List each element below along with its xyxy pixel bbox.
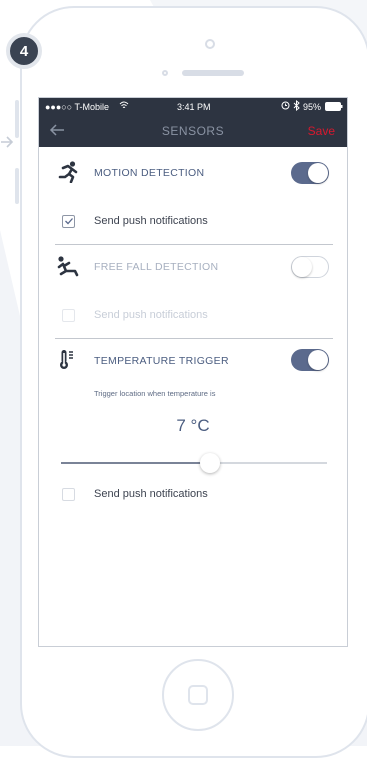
carrier-label: ●●●○○ T-Mobile: [45, 102, 110, 112]
slider-fill: [61, 462, 210, 464]
free-fall-push-checkbox[interactable]: [62, 309, 75, 322]
wifi-icon: [119, 101, 129, 112]
free-fall-toggle[interactable]: [291, 256, 329, 278]
temperature-push-checkbox[interactable]: [62, 488, 75, 501]
bluetooth-icon: [293, 99, 300, 113]
pointer-arrow-icon: [0, 135, 16, 154]
temperature-slider[interactable]: [61, 453, 327, 473]
app-screen: ●●●○○ T-Mobile 3:41 PM 95% SENSORS Save …: [38, 97, 348, 647]
side-button: [15, 100, 19, 138]
temperature-value: 7 °C: [176, 416, 210, 435]
page-title: SENSORS: [161, 124, 225, 138]
free-fall-push-label: Send push notifications: [94, 309, 208, 321]
battery-label: 95%: [303, 102, 322, 112]
save-button[interactable]: Save: [308, 124, 335, 138]
slider-thumb[interactable]: [199, 453, 220, 473]
temperature-push-label: Send push notifications: [94, 488, 208, 500]
motion-detection-toggle[interactable]: [291, 162, 329, 184]
step-badge: 4: [6, 33, 42, 69]
section-divider: [55, 244, 333, 245]
home-square-icon: [188, 685, 208, 705]
speaker: [182, 70, 244, 76]
battery-icon: [325, 102, 343, 113]
temperature-helper-text: Trigger location when temperature is: [94, 389, 216, 398]
toggle-knob: [308, 163, 328, 183]
temperature-trigger-title: TEMPERATURE TRIGGER: [94, 355, 229, 367]
motion-detection-title: MOTION DETECTION: [94, 167, 205, 179]
toggle-knob: [292, 257, 312, 277]
status-bar: ●●●○○ T-Mobile 3:41 PM 95%: [39, 98, 347, 115]
home-button: [162, 659, 234, 731]
alarm-icon: [281, 101, 290, 112]
camera: [205, 39, 215, 49]
checkmark-icon: [65, 218, 73, 225]
navigation-bar: SENSORS Save: [39, 115, 347, 147]
running-person-icon: [57, 161, 79, 188]
sensor-dot: [162, 70, 168, 76]
thermometer-icon: [59, 349, 75, 376]
free-fall-title: FREE FALL DETECTION: [94, 261, 219, 273]
falling-person-icon: [57, 255, 79, 282]
motion-push-checkbox[interactable]: [62, 215, 75, 228]
temperature-trigger-toggle[interactable]: [291, 349, 329, 371]
time-label: 3:41 PM: [177, 102, 211, 112]
motion-push-label: Send push notifications: [94, 215, 208, 227]
side-button: [15, 168, 19, 204]
toggle-knob: [308, 350, 328, 370]
section-divider: [55, 338, 333, 339]
